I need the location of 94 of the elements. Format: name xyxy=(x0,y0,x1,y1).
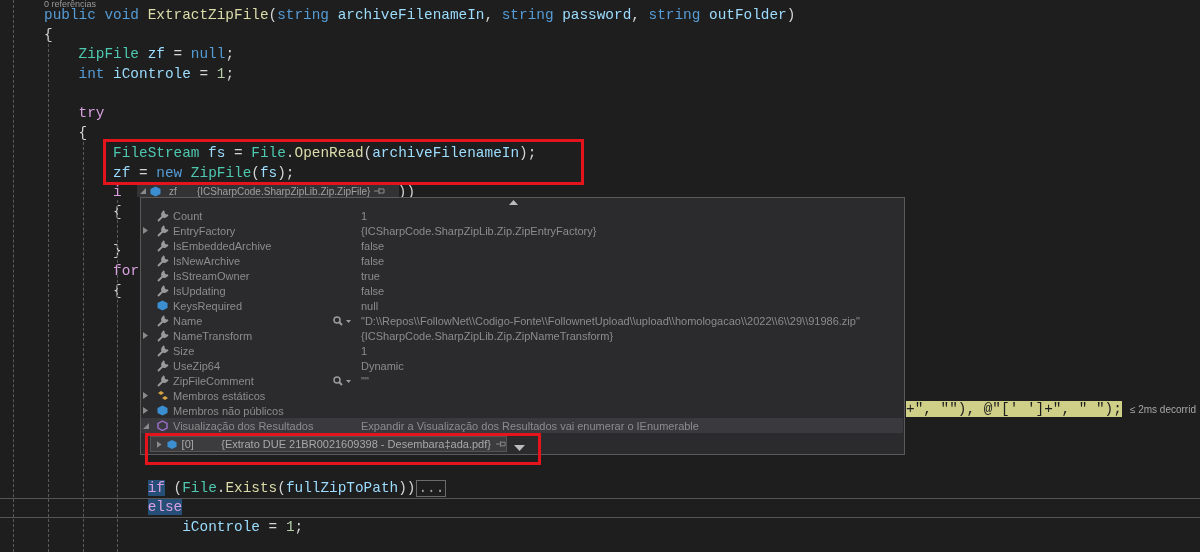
code-line: ZipFile zf = null; xyxy=(78,45,235,65)
variable-value: {ICSharpCode.SharpZipLib.Zip.ZipFile} xyxy=(197,185,371,197)
code-line: { xyxy=(78,124,88,144)
wrench-icon xyxy=(157,284,169,297)
wrench-icon xyxy=(157,224,169,237)
datatip-row[interactable]: IsUpdating false xyxy=(141,283,903,298)
code-line: public void ExtractZipFile(string archiveFilenameIn, string password, string outFolder) xyxy=(44,7,796,25)
expand-arrow-icon[interactable] xyxy=(143,407,148,414)
member-name: Name xyxy=(173,314,204,327)
member-name: KeysRequired xyxy=(173,299,244,312)
collapsed-code-button[interactable]: ... xyxy=(416,479,447,497)
magnifier-icon[interactable] xyxy=(333,315,353,326)
expand-arrow-icon[interactable] xyxy=(143,392,148,399)
cube-icon xyxy=(150,185,161,197)
member-value: false xyxy=(361,284,386,297)
datatip-row[interactable]: NameTransform {ICSharpCode.SharpZipLib.Zip.ZipNameTransform} xyxy=(141,328,903,343)
member-value: {ICSharpCode.SharpZipLib.Zip.ZipEntryFactory} xyxy=(361,224,598,237)
code-line: int iControle = 1; xyxy=(78,65,235,85)
datatip-row[interactable]: Count 1 xyxy=(141,208,903,223)
member-value: 1 xyxy=(361,209,369,222)
code-line: if (File.Exists(fullZipToPath)) xyxy=(147,478,416,498)
member-value: Dynamic xyxy=(361,359,405,372)
wrench-icon xyxy=(157,269,169,282)
member-name: ZipFileComment xyxy=(173,374,255,387)
datatip-row[interactable]: Membros estáticos xyxy=(141,388,903,403)
code-line: FileStream fs = File.OpenRead(archiveFilenameIn); xyxy=(113,143,537,163)
member-value: Expandir a Visualização dos Resultados vai enumerar o IEnumerable xyxy=(361,419,700,432)
member-value: {ICSharpCode.SharpZipLib.Zip.ZipNameTransform} xyxy=(361,329,615,342)
collapse-arrow-icon[interactable] xyxy=(140,188,146,194)
code-line: iControle = 1; xyxy=(182,517,304,537)
member-name: IsStreamOwner xyxy=(173,269,251,282)
member-name: Membros não públicos xyxy=(173,404,285,417)
member-name: EntryFactory xyxy=(173,224,237,237)
expand-arrow-icon[interactable] xyxy=(143,332,148,339)
cube-icon xyxy=(157,405,168,416)
datatip-row[interactable]: IsStreamOwner true xyxy=(141,268,903,283)
cube-icon xyxy=(166,438,177,450)
child-datatip[interactable]: [0] {Extrato DUE 21BR0021609398 - Desembara‡ada.pdf} xyxy=(150,436,507,452)
item-value: {Extrato DUE 21BR0021609398 - Desembara‡ada.pdf} xyxy=(221,438,491,450)
pin-icon[interactable] xyxy=(374,187,386,195)
member-name: IsNewArchive xyxy=(173,254,242,267)
item-index: [0] xyxy=(181,438,195,450)
member-name: Count xyxy=(173,209,204,222)
member-name: IsUpdating xyxy=(173,284,227,297)
member-name: Size xyxy=(173,344,196,357)
wrench-icon xyxy=(157,314,169,327)
datatip-row[interactable]: Visualização dos Resultados Expandir a Visualização dos Resultados vai enumerar o IEnumerable xyxy=(141,418,903,433)
wrench-icon xyxy=(157,374,169,387)
wrench-icon xyxy=(157,209,169,222)
variable-name: zf xyxy=(169,185,178,197)
code-line: i xyxy=(113,183,122,203)
member-value: true xyxy=(361,269,381,282)
datatip-header[interactable]: zf {ICSharpCode.SharpZipLib.Zip.ZipFile} xyxy=(137,185,399,197)
datatip-row[interactable]: IsEmbeddedArchive false xyxy=(141,238,903,253)
code-line: { xyxy=(44,25,53,45)
elapsed-time-hint: ≤ 2ms decorrid xyxy=(1129,404,1196,416)
datatip-row[interactable]: Membros não públicos xyxy=(141,403,903,418)
results-view-icon xyxy=(157,420,168,431)
scroll-down-icon[interactable] xyxy=(514,445,525,451)
expand-arrow-icon[interactable] xyxy=(143,227,148,234)
member-value: "" xyxy=(361,374,370,387)
datatip-row[interactable]: Name "D:\\Repos\\FollowNet\\Codigo-Fonte\\FollownetUpload\\upload\\homologacao\\2022\\6\\29\\91986.zip" xyxy=(141,313,903,328)
datatip-row[interactable]: IsNewArchive false xyxy=(141,253,903,268)
member-value: null xyxy=(361,299,380,312)
code-line: try xyxy=(78,104,105,124)
expand-arrow-icon[interactable] xyxy=(157,440,162,448)
wrench-icon xyxy=(157,254,169,267)
member-value: "D:\\Repos\\FollowNet\\Codigo-Fonte\\FollownetUpload\\upload\\homologacao\\2022\\6\\29\\91986.zip" xyxy=(361,314,861,327)
member-name: Membros estáticos xyxy=(173,389,267,402)
datatip-row[interactable]: EntryFactory {ICSharpCode.SharpZipLib.Zip.ZipEntryFactory} xyxy=(141,223,903,238)
datatip-row[interactable]: UseZip64 Dynamic xyxy=(141,358,903,373)
datatip-row[interactable]: Size 1 xyxy=(141,343,903,358)
datatip-row[interactable]: ZipFileComment "" xyxy=(141,373,903,388)
wrench-icon xyxy=(157,329,169,342)
magnifier-icon[interactable] xyxy=(333,375,353,386)
wrench-icon xyxy=(157,344,169,357)
member-name: NameTransform xyxy=(173,329,254,342)
pin-icon[interactable] xyxy=(495,440,506,448)
datatip-row[interactable]: KeysRequired null xyxy=(141,298,903,313)
scroll-up-icon[interactable] xyxy=(509,200,518,205)
member-name: IsEmbeddedArchive xyxy=(173,239,273,252)
member-value: false xyxy=(361,254,386,267)
cube-icon xyxy=(157,300,168,311)
code-line: for xyxy=(113,261,140,281)
member-name: UseZip64 xyxy=(173,359,222,372)
references-codelens[interactable]: 0 referências xyxy=(44,0,97,9)
wrench-icon xyxy=(157,239,169,252)
member-value: 1 xyxy=(361,344,369,357)
code-line: zf = new ZipFile(fs); xyxy=(113,163,295,183)
collapse-arrow-icon[interactable] xyxy=(143,422,149,429)
member-value: false xyxy=(361,239,386,252)
wrench-icon xyxy=(157,359,169,372)
static-members-icon xyxy=(157,389,169,402)
member-name: Visualização dos Resultados xyxy=(173,419,315,432)
